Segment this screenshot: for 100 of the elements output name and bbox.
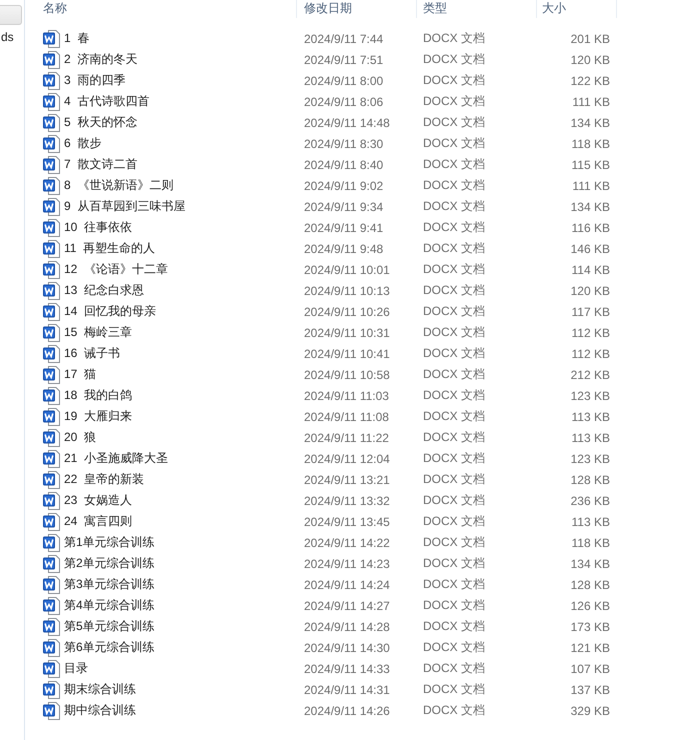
file-type: DOCX 文档 — [423, 597, 486, 614]
file-type: DOCX 文档 — [423, 429, 486, 446]
column-header[interactable]: 类型 — [417, 0, 537, 18]
file-type: DOCX 文档 — [423, 282, 486, 299]
word-document-icon — [43, 72, 60, 90]
word-document-icon — [43, 450, 60, 468]
file-name[interactable]: 3 雨的四季 — [64, 72, 126, 89]
file-size: 128 KB — [570, 578, 610, 592]
file-size: 201 KB — [570, 32, 610, 46]
file-name[interactable]: 第6单元综合训练 — [64, 639, 155, 656]
file-name[interactable]: 7 散文诗二首 — [64, 156, 138, 173]
file-type: DOCX 文档 — [423, 450, 486, 467]
modified-date: 2024/9/11 9:34 — [304, 200, 384, 214]
word-document-icon — [43, 492, 60, 510]
file-name[interactable]: 19 大雁归来 — [64, 408, 132, 425]
file-size: 123 KB — [570, 388, 610, 402]
file-type: DOCX 文档 — [423, 702, 486, 719]
file-name[interactable]: 22 皇帝的新装 — [64, 471, 144, 488]
file-size: 122 KB — [570, 74, 610, 88]
file-name[interactable]: 11 再塑生命的人 — [64, 240, 156, 257]
file-type: DOCX 文档 — [423, 492, 486, 509]
file-size: 120 KB — [570, 52, 610, 66]
file-size: 117 KB — [572, 304, 610, 318]
file-size: 113 KB — [572, 514, 610, 528]
file-name[interactable]: 9 从百草园到三味书屋 — [64, 198, 186, 215]
file-size: 120 KB — [570, 284, 610, 298]
file-type: DOCX 文档 — [423, 135, 486, 152]
file-type: DOCX 文档 — [423, 576, 486, 593]
file-name[interactable]: 18 我的白鸽 — [64, 387, 132, 404]
file-type: DOCX 文档 — [423, 30, 486, 47]
word-document-icon — [43, 408, 60, 426]
modified-date: 2024/9/11 10:26 — [304, 304, 390, 318]
file-type: DOCX 文档 — [423, 639, 486, 656]
word-document-icon — [43, 366, 60, 384]
file-type: DOCX 文档 — [423, 366, 486, 383]
word-document-icon — [43, 198, 60, 216]
file-type: DOCX 文档 — [423, 72, 486, 89]
file-name[interactable]: 2 济南的冬天 — [64, 51, 138, 68]
word-document-icon — [43, 512, 60, 530]
file-name[interactable]: 14 回忆我的母亲 — [64, 303, 156, 320]
modified-date: 2024/9/11 7:44 — [304, 32, 384, 46]
modified-date: 2024/9/11 11:22 — [304, 430, 389, 444]
file-name[interactable]: 13 纪念白求恩 — [64, 282, 144, 299]
modified-date: 2024/9/11 10:13 — [304, 284, 390, 298]
modified-date: 2024/9/11 9:48 — [304, 242, 384, 256]
file-type: DOCX 文档 — [423, 93, 486, 110]
nav-button[interactable] — [0, 5, 22, 25]
word-document-icon — [43, 344, 60, 362]
file-name[interactable]: 第1单元综合训练 — [64, 534, 155, 551]
file-size: 123 KB — [570, 452, 610, 466]
modified-date: 2024/9/11 13:45 — [304, 514, 390, 528]
file-type: DOCX 文档 — [423, 660, 486, 677]
file-name[interactable]: 1 春 — [64, 30, 90, 47]
file-name[interactable]: 6 散步 — [64, 135, 102, 152]
file-name[interactable]: 15 梅岭三章 — [64, 324, 132, 341]
file-name[interactable]: 第4单元综合训练 — [64, 597, 155, 614]
word-document-icon — [43, 282, 60, 300]
modified-date: 2024/9/11 10:41 — [304, 346, 390, 360]
modified-date: 2024/9/11 14:28 — [304, 620, 390, 634]
word-document-icon — [43, 702, 60, 720]
file-name[interactable]: 16 诫子书 — [64, 345, 120, 362]
column-header[interactable]: 修改日期 — [297, 0, 417, 18]
file-type: DOCX 文档 — [423, 408, 486, 425]
file-name[interactable]: 24 寓言四则 — [64, 513, 132, 530]
file-name[interactable]: 20 狼 — [64, 429, 96, 446]
file-type: DOCX 文档 — [423, 177, 486, 194]
file-name[interactable]: 期末综合训练 — [64, 681, 136, 698]
file-name[interactable]: 第5单元综合训练 — [64, 618, 155, 635]
file-type: DOCX 文档 — [423, 219, 486, 236]
nav-item-label[interactable]: ds — [1, 29, 24, 45]
file-name[interactable]: 12 《论语》十二章 — [64, 261, 168, 278]
file-name[interactable]: 期中综合训练 — [64, 702, 136, 719]
file-type: DOCX 文档 — [423, 303, 486, 320]
file-size: 115 KB — [572, 158, 610, 172]
file-name[interactable]: 23 女娲造人 — [64, 492, 132, 509]
file-name[interactable]: 4 古代诗歌四首 — [64, 93, 150, 110]
word-document-icon — [43, 680, 60, 698]
file-name[interactable]: 8 《世说新语》二则 — [64, 177, 174, 194]
word-document-icon — [43, 218, 60, 236]
file-type: DOCX 文档 — [423, 681, 486, 698]
file-size: 134 KB — [570, 556, 610, 570]
column-header[interactable]: 名称 — [25, 0, 297, 18]
file-size: 134 KB — [570, 116, 610, 130]
word-document-icon — [43, 260, 60, 278]
modified-date: 2024/9/11 8:40 — [304, 158, 384, 172]
file-name[interactable]: 5 秋天的怀念 — [64, 114, 138, 131]
file-name[interactable]: 目录 — [64, 660, 88, 677]
column-header[interactable]: 大小 — [537, 0, 617, 18]
file-name[interactable]: 第2单元综合训练 — [64, 555, 155, 572]
file-name[interactable]: 第3单元综合训练 — [64, 576, 155, 593]
file-name[interactable]: 17 猫 — [64, 366, 96, 383]
file-size: 126 KB — [570, 598, 610, 612]
file-name[interactable]: 21 小圣施威降大圣 — [64, 450, 168, 467]
file-type: DOCX 文档 — [423, 156, 486, 173]
file-size: 112 KB — [572, 326, 610, 340]
file-size: 128 KB — [570, 472, 610, 486]
modified-date: 2024/9/11 14:30 — [304, 640, 390, 654]
file-size: 113 KB — [572, 410, 610, 424]
file-size: 116 KB — [572, 220, 610, 234]
file-name[interactable]: 10 往事依依 — [64, 219, 132, 236]
